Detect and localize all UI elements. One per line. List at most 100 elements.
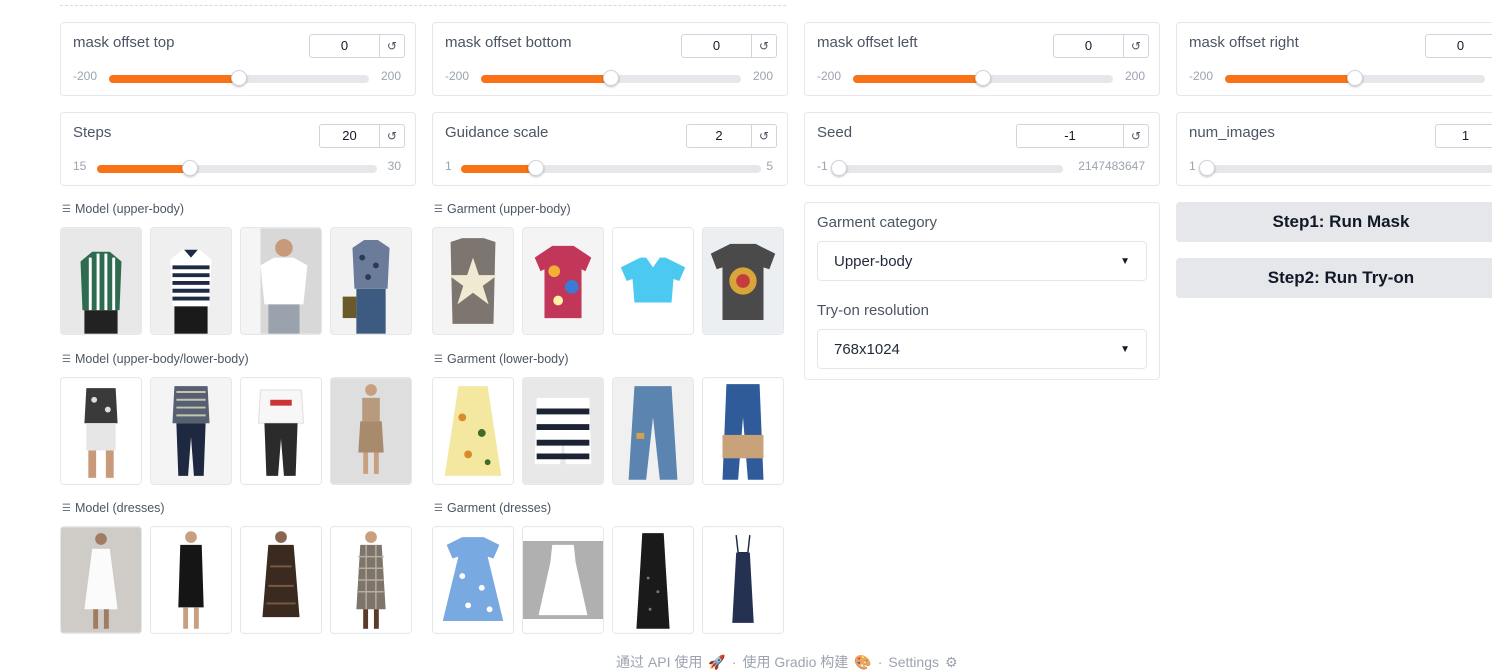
slider-mask-offset-left: mask offset left 0 ↺ -200 200 bbox=[804, 22, 1160, 96]
slider-thumb[interactable] bbox=[975, 70, 991, 86]
slider-min: 15 bbox=[73, 159, 87, 173]
slider-track[interactable] bbox=[481, 70, 741, 86]
slider-fill bbox=[853, 75, 983, 83]
slider-min: 1 bbox=[1189, 159, 1196, 173]
examples-label-text: Garment (lower-body) bbox=[446, 352, 569, 366]
example-thumb-white-dress[interactable] bbox=[60, 526, 142, 634]
example-thumb-blue-jeans[interactable] bbox=[612, 377, 694, 485]
slider-thumb[interactable] bbox=[182, 160, 199, 176]
gradio-link[interactable]: 使用 Gradio 构建 bbox=[742, 652, 848, 672]
examples-model-upper-label: ☰ Model (upper-body) bbox=[62, 202, 184, 216]
number-value[interactable]: 1 bbox=[1436, 125, 1492, 147]
slider-track[interactable] bbox=[97, 160, 377, 176]
api-link[interactable]: 通过 API 使用 bbox=[616, 652, 702, 672]
slider-label: mask offset left bbox=[817, 34, 918, 51]
slider-thumb[interactable] bbox=[528, 160, 544, 176]
list-icon: ☰ bbox=[62, 502, 71, 514]
reset-icon[interactable]: ↺ bbox=[751, 35, 776, 57]
slider-thumb[interactable] bbox=[603, 70, 619, 86]
example-thumb-blue-patterned-cardigan[interactable] bbox=[330, 227, 412, 335]
examples-label-text: Model (upper-body/lower-body) bbox=[74, 352, 249, 366]
example-thumb-patchwork-jeans[interactable] bbox=[702, 377, 784, 485]
example-thumb-navy-striped-polo[interactable] bbox=[150, 227, 232, 335]
list-icon: ☰ bbox=[434, 502, 443, 514]
examples-garment-upper-label: ☰ Garment (upper-body) bbox=[434, 202, 571, 216]
examples-garment-lower bbox=[432, 377, 784, 485]
slider-max: 5 bbox=[766, 159, 773, 173]
number-input[interactable]: 20 ↺ bbox=[319, 124, 405, 148]
example-thumb-sheer-black-dress[interactable] bbox=[240, 526, 322, 634]
settings-link[interactable]: Settings bbox=[888, 654, 939, 670]
example-thumb-graphic-grey-tee[interactable] bbox=[702, 227, 784, 335]
slider-track[interactable] bbox=[831, 160, 1063, 176]
run-mask-button[interactable]: Step1: Run Mask bbox=[1176, 202, 1492, 242]
slider-label: num_images bbox=[1189, 124, 1275, 141]
slider-thumb[interactable] bbox=[1347, 70, 1363, 86]
number-value[interactable]: 0 bbox=[1054, 35, 1123, 57]
number-value[interactable]: -1 bbox=[1017, 125, 1123, 147]
example-thumb-knit-cardigan-trousers[interactable] bbox=[150, 377, 232, 485]
example-thumb-yellow-floral-skirt[interactable] bbox=[432, 377, 514, 485]
example-thumb-checked-wrap-dress[interactable] bbox=[330, 526, 412, 634]
example-thumb-beige-knit-skirt-set[interactable] bbox=[330, 377, 412, 485]
number-value[interactable]: 0 bbox=[682, 35, 751, 57]
example-thumb-white-dress-garment[interactable] bbox=[522, 526, 604, 634]
number-value[interactable]: 20 bbox=[320, 125, 379, 147]
number-input[interactable]: 0 ↺ bbox=[1425, 34, 1492, 58]
number-input[interactable]: 0 ↺ bbox=[681, 34, 777, 58]
garment-category-dropdown[interactable]: Upper-body ▼ bbox=[817, 241, 1147, 281]
examples-label-text: Model (dresses) bbox=[74, 501, 165, 515]
example-thumb-green-striped-shirt[interactable] bbox=[60, 227, 142, 335]
slider-track[interactable] bbox=[461, 160, 761, 176]
example-thumb-black-bodycon-dress[interactable] bbox=[150, 526, 232, 634]
number-value[interactable]: 2 bbox=[687, 125, 751, 147]
garment-icon bbox=[331, 228, 411, 334]
garment-icon bbox=[613, 527, 693, 633]
reset-icon[interactable]: ↺ bbox=[1123, 125, 1148, 147]
number-input[interactable]: 2 ↺ bbox=[686, 124, 777, 148]
run-tryon-button[interactable]: Step2: Run Try-on bbox=[1176, 258, 1492, 298]
example-thumb-floral-print-shirt[interactable] bbox=[522, 227, 604, 335]
slider-label: Seed bbox=[817, 124, 853, 141]
list-icon: ☰ bbox=[62, 353, 71, 365]
slider-track[interactable] bbox=[853, 70, 1113, 86]
slider-track[interactable] bbox=[1225, 70, 1485, 86]
slider-thumb[interactable] bbox=[831, 160, 847, 176]
examples-label-text: Garment (upper-body) bbox=[446, 202, 571, 216]
example-thumb-black-white-shorts[interactable] bbox=[522, 377, 604, 485]
number-input[interactable]: 0 ↺ bbox=[309, 34, 405, 58]
number-input[interactable]: 1 ↺ bbox=[1435, 124, 1492, 148]
reset-icon[interactable]: ↺ bbox=[1123, 35, 1148, 57]
slider-track[interactable] bbox=[1199, 160, 1492, 176]
garment-icon bbox=[331, 378, 411, 484]
example-thumb-navy-slip-dress[interactable] bbox=[702, 526, 784, 634]
number-input[interactable]: -1 ↺ bbox=[1016, 124, 1149, 148]
example-thumb-white-sweatshirt-trousers[interactable] bbox=[240, 377, 322, 485]
gradio-logo-icon: 🎨 bbox=[854, 653, 872, 670]
try-on-resolution-dropdown[interactable]: 768x1024 ▼ bbox=[817, 329, 1147, 369]
slider-track[interactable] bbox=[109, 70, 369, 86]
garment-icon bbox=[151, 378, 231, 484]
number-value[interactable]: 0 bbox=[310, 35, 379, 57]
slider-thumb[interactable] bbox=[231, 70, 247, 86]
example-thumb-blue-crop-top[interactable] bbox=[612, 227, 694, 335]
slider-min: -1 bbox=[817, 159, 828, 173]
dropdown-value: Upper-body bbox=[834, 252, 913, 270]
example-thumb-floral-shirt-shorts[interactable] bbox=[60, 377, 142, 485]
example-thumb-star-print-vest[interactable] bbox=[432, 227, 514, 335]
footer: 通过 API 使用 🚀 · 使用 Gradio 构建 🎨 · Settings … bbox=[616, 652, 958, 672]
examples-garment-dresses bbox=[432, 526, 784, 634]
reset-icon[interactable]: ↺ bbox=[379, 125, 404, 147]
slider-fill bbox=[109, 75, 239, 83]
slider-thumb[interactable] bbox=[1199, 160, 1215, 176]
number-value[interactable]: 0 bbox=[1426, 35, 1492, 57]
reset-icon[interactable]: ↺ bbox=[379, 35, 404, 57]
examples-model-dresses-label: ☰ Model (dresses) bbox=[62, 501, 165, 515]
reset-icon[interactable]: ↺ bbox=[751, 125, 776, 147]
example-thumb-black-sequin-dress[interactable] bbox=[612, 526, 694, 634]
footer-separator: · bbox=[877, 654, 883, 670]
example-thumb-white-t-shirt[interactable] bbox=[240, 227, 322, 335]
number-input[interactable]: 0 ↺ bbox=[1053, 34, 1149, 58]
slider-mask-offset-right: mask offset right 0 ↺ -200 200 bbox=[1176, 22, 1492, 96]
example-thumb-blue-floral-dress[interactable] bbox=[432, 526, 514, 634]
